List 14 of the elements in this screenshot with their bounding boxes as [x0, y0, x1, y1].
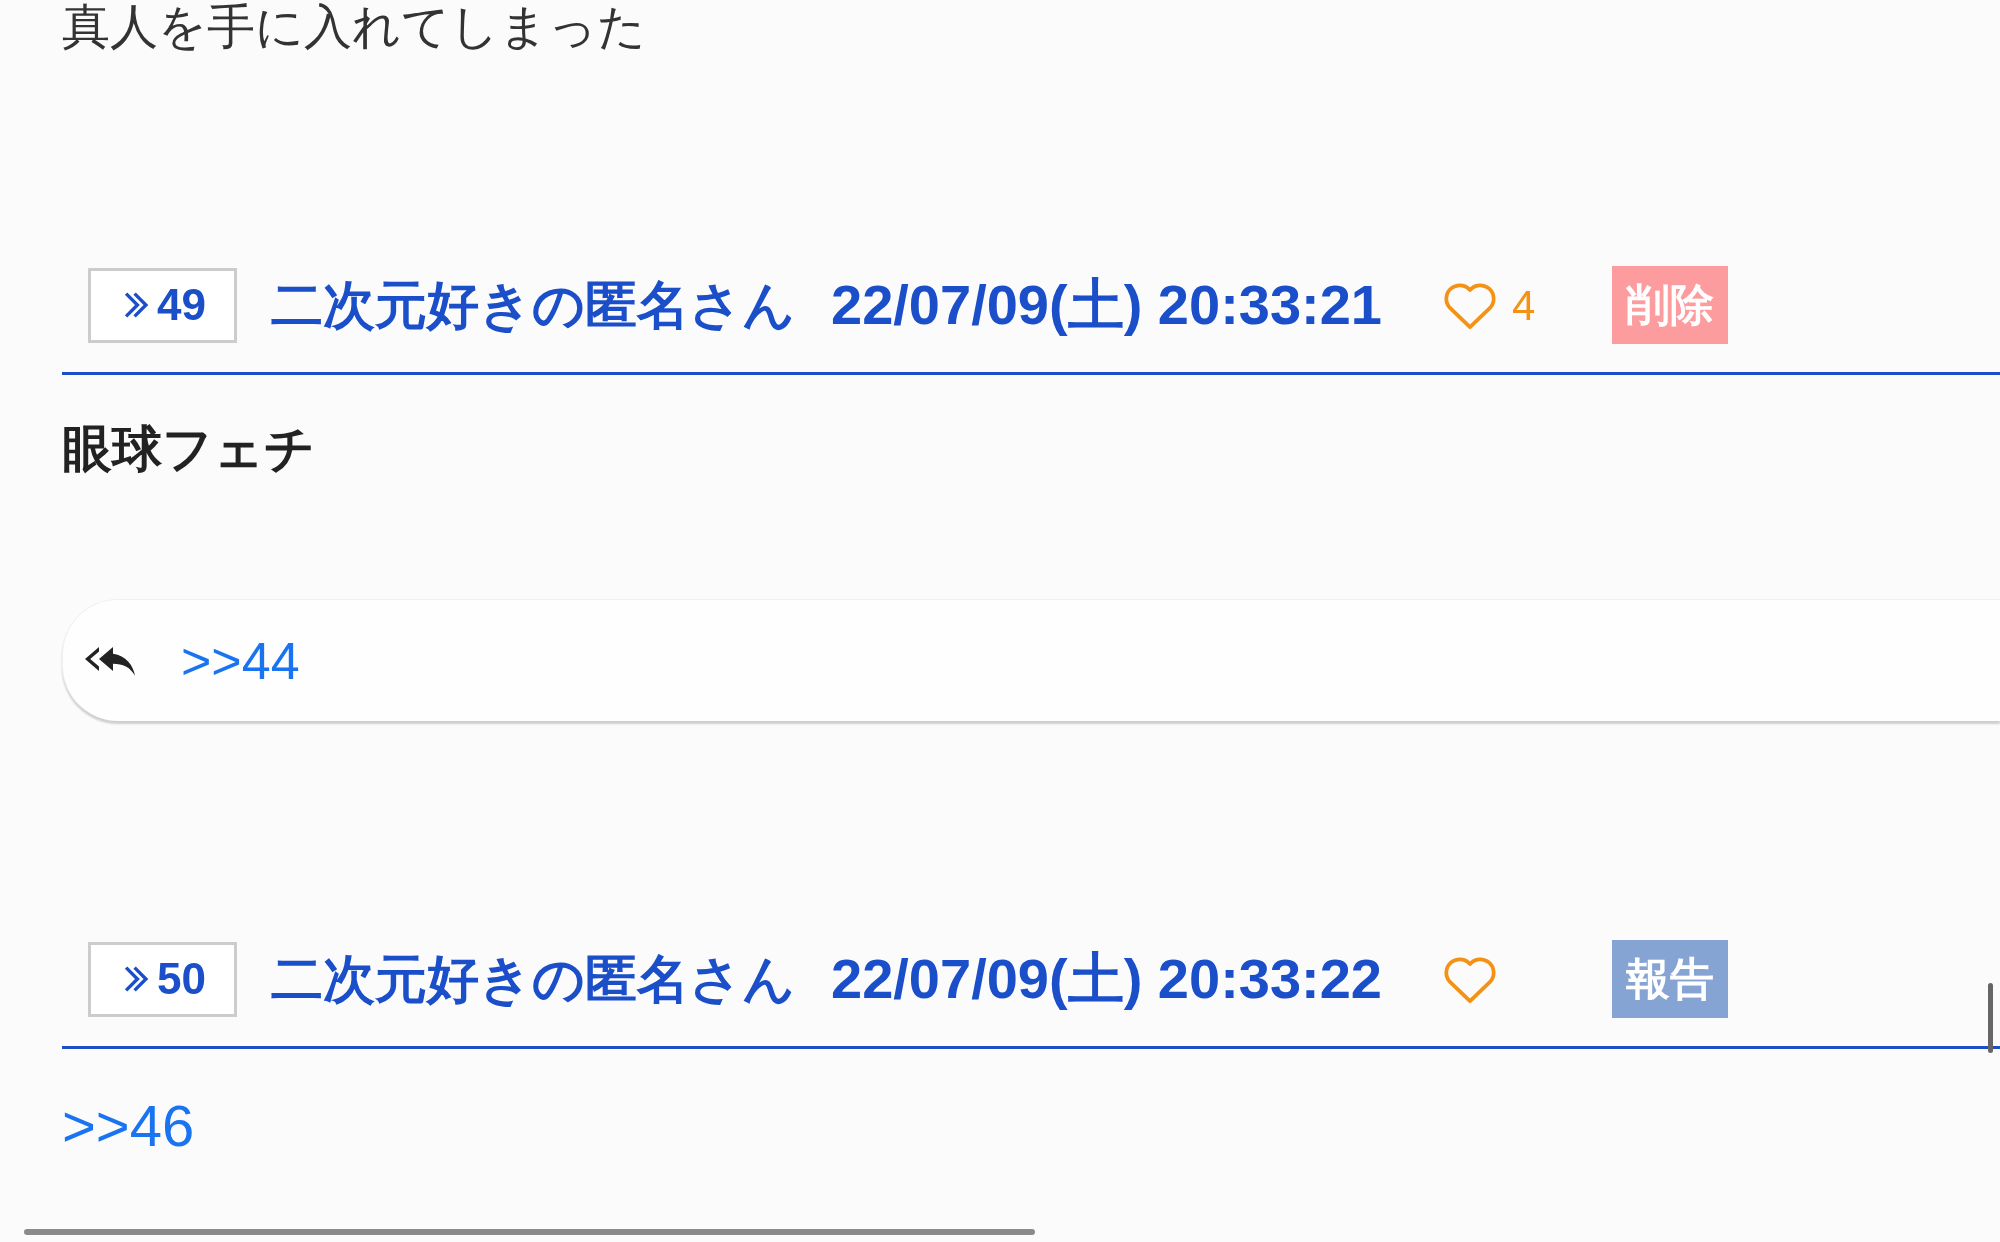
post-date: 22/07/09(土) 20:33:21	[831, 272, 1382, 338]
poster-name: 二次元好きの匿名さん	[271, 275, 795, 336]
post-body-text: 真人を手に入れてしまった	[62, 0, 646, 52]
post-date: 22/07/09(土) 20:33:22	[831, 946, 1382, 1012]
report-button[interactable]: 報告	[1612, 940, 1728, 1018]
vertical-scrollbar[interactable]	[1988, 983, 1993, 1053]
horizontal-scrollbar[interactable]	[24, 1229, 1035, 1235]
reply-link[interactable]: >>46	[62, 1091, 195, 1161]
post-body-text: 眼球フェチ	[62, 420, 315, 479]
post-number-button[interactable]: 49	[88, 267, 237, 343]
poster-name: 二次元好きの匿名さん	[271, 949, 795, 1010]
like-count: 4	[1512, 280, 1536, 331]
reply-link[interactable]: >>44	[181, 621, 300, 700]
post-number-button[interactable]: 50	[88, 941, 237, 1017]
